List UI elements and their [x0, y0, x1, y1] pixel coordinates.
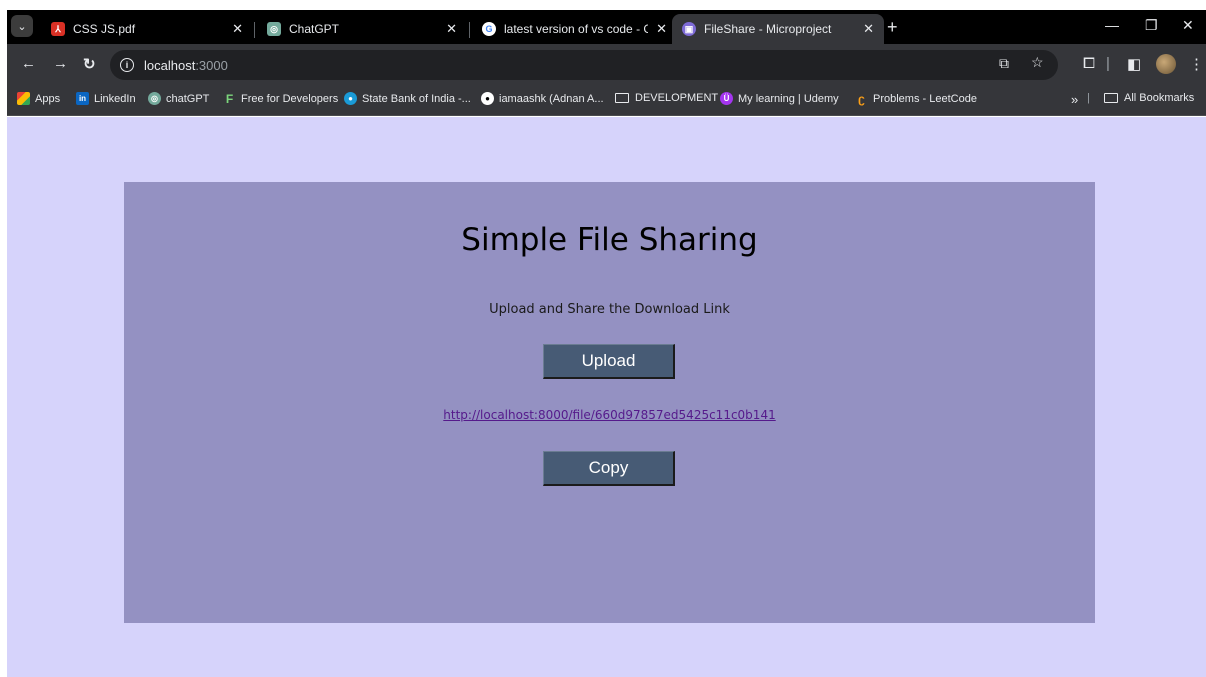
- side-panel-icon[interactable]: ◧: [1127, 55, 1141, 73]
- toolbar-divider: |: [1106, 55, 1110, 72]
- bookmark-star-icon[interactable]: ☆: [1031, 54, 1044, 71]
- bookmark-apps[interactable]: Apps: [17, 92, 60, 105]
- fileshare-icon: ▣: [682, 22, 696, 36]
- bookmark-leetcode[interactable]: ʗ Problems - LeetCode: [855, 91, 977, 106]
- bookmark-development-folder[interactable]: DEVELOPMENT: [615, 92, 718, 104]
- reload-icon[interactable]: ↻: [83, 55, 96, 73]
- close-icon[interactable]: ✕: [446, 21, 457, 37]
- bookmark-sbi[interactable]: ● State Bank of India -...: [344, 92, 471, 105]
- sbi-icon: ●: [344, 92, 357, 105]
- tab-google-search[interactable]: G latest version of vs code - Goog ✕: [472, 14, 677, 44]
- folder-icon: [1104, 93, 1118, 103]
- linkedin-icon: in: [76, 92, 89, 105]
- bookmarks-bar: Apps in LinkedIn ◎ chatGPT F Free for De…: [7, 86, 1206, 116]
- bookmarks-overflow[interactable]: »: [1071, 92, 1078, 107]
- udemy-icon: Ü: [720, 92, 733, 105]
- tab-separator: [254, 22, 255, 38]
- bookmark-chatgpt[interactable]: ◎ chatGPT: [148, 92, 209, 105]
- tab-chatgpt[interactable]: ◎ ChatGPT ✕: [257, 14, 467, 44]
- chatgpt-icon: ◎: [148, 92, 161, 105]
- new-tab-icon[interactable]: +: [887, 17, 898, 38]
- tab-separator: [469, 22, 470, 38]
- avatar[interactable]: [1156, 54, 1176, 74]
- leetcode-icon: ʗ: [858, 91, 865, 106]
- forward-icon[interactable]: →: [53, 55, 68, 72]
- page-subtitle: Upload and Share the Download Link: [489, 302, 730, 317]
- install-app-icon[interactable]: ⧉: [999, 55, 1009, 72]
- address-port: :3000: [195, 57, 228, 73]
- bookmarks-divider: |: [1087, 92, 1090, 104]
- close-icon[interactable]: ✕: [863, 21, 874, 37]
- close-window-icon[interactable]: ✕: [1182, 17, 1194, 34]
- tab-search-button[interactable]: ⌄: [11, 15, 33, 37]
- github-icon: ●: [481, 92, 494, 105]
- download-link[interactable]: http://localhost:8000/file/660d97857ed54…: [124, 408, 1095, 422]
- extensions-icon[interactable]: ⧠: [1083, 55, 1095, 72]
- address-bar[interactable]: i localhost:3000: [110, 50, 1058, 80]
- file-share-card: Simple File Sharing Upload and Share the…: [124, 182, 1095, 623]
- bookmark-udemy[interactable]: Ü My learning | Udemy: [720, 92, 839, 105]
- minimize-icon[interactable]: —: [1105, 17, 1119, 33]
- browser-toolbar: ← → ↻ i localhost:3000 ⧉ ☆ ⧠ | ◧ ⋮: [7, 44, 1206, 86]
- tab-fileshare[interactable]: ▣ FileShare - Microproject ✕: [672, 14, 884, 44]
- menu-icon[interactable]: ⋮: [1189, 55, 1204, 73]
- chatgpt-icon: ◎: [267, 22, 281, 36]
- upload-button[interactable]: Upload: [543, 344, 675, 379]
- chevron-down-icon: ⌄: [17, 20, 27, 33]
- apps-grid-icon: [17, 92, 30, 105]
- folder-icon: [615, 93, 629, 103]
- page-background: Simple File Sharing Upload and Share the…: [7, 117, 1206, 677]
- close-icon[interactable]: ✕: [232, 21, 243, 37]
- tab-css-js-pdf[interactable]: ⅄ CSS JS.pdf ✕: [41, 14, 253, 44]
- bookmark-free-for-developers[interactable]: F Free for Developers: [223, 91, 338, 106]
- restore-icon[interactable]: ❐: [1145, 17, 1158, 34]
- address-host: localhost: [144, 57, 196, 73]
- bookmark-github[interactable]: ● iamaashk (Adnan A...: [481, 92, 604, 105]
- page-title: Simple File Sharing: [461, 222, 758, 258]
- bookmark-linkedin[interactable]: in LinkedIn: [76, 92, 136, 105]
- tab-strip: ⌄ ⅄ CSS JS.pdf ✕ ◎ ChatGPT ✕ G latest ve…: [7, 10, 1206, 44]
- f-logo-icon: F: [225, 91, 234, 106]
- back-icon[interactable]: ←: [21, 55, 36, 72]
- all-bookmarks[interactable]: All Bookmarks: [1104, 92, 1194, 104]
- google-icon: G: [482, 22, 496, 36]
- site-info-icon[interactable]: i: [120, 58, 134, 72]
- copy-button[interactable]: Copy: [543, 451, 675, 486]
- close-icon[interactable]: ✕: [656, 21, 667, 37]
- pdf-icon: ⅄: [51, 22, 65, 36]
